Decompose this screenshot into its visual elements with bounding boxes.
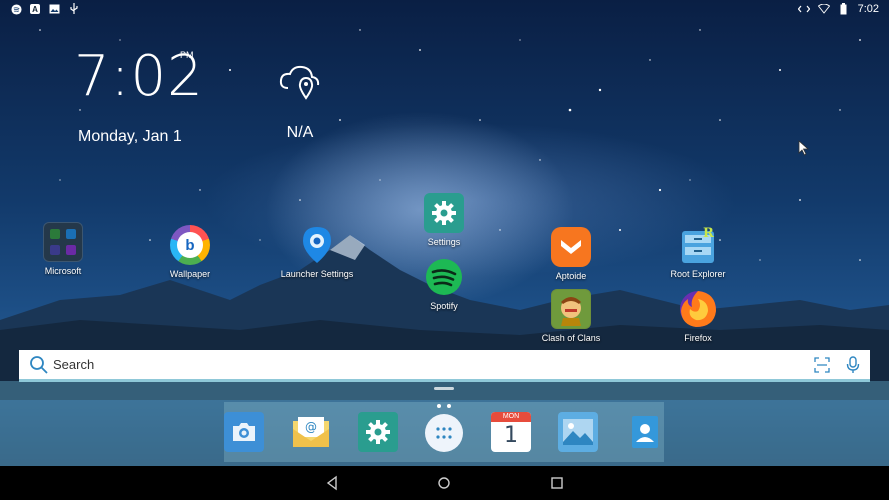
settings-icon	[424, 193, 464, 233]
svg-text:R: R	[703, 226, 714, 241]
app-clash-of-clans[interactable]: Clash of Clans	[526, 289, 616, 343]
page-indicator	[437, 404, 451, 408]
app-label: Settings	[427, 237, 461, 247]
svg-text:@: @	[305, 420, 317, 434]
app-settings[interactable]: Settings	[399, 193, 489, 247]
aptoide-icon: A	[30, 4, 40, 14]
usb-icon	[68, 3, 80, 15]
search-input[interactable]: Search	[53, 357, 814, 372]
image-icon	[48, 3, 60, 15]
app-spotify[interactable]: Spotify	[399, 257, 489, 311]
app-root-explorer[interactable]: R Root Explorer	[653, 225, 743, 279]
app-microsoft[interactable]: Microsoft	[18, 222, 108, 276]
app-label: Clash of Clans	[541, 333, 601, 343]
app-label: Root Explorer	[670, 269, 726, 279]
settings-icon[interactable]	[358, 412, 398, 452]
spotify-icon	[10, 3, 22, 15]
weather-text: N/A	[286, 124, 314, 141]
app-drawer-icon[interactable]	[425, 414, 463, 452]
calendar-day: 1	[504, 423, 518, 448]
status-bar-notifications: A	[10, 3, 80, 15]
code-icon	[797, 3, 810, 15]
navigation-bar	[0, 466, 889, 500]
clock-ampm: PM	[180, 50, 194, 60]
app-label: Wallpaper	[169, 269, 211, 279]
app-aptoide[interactable]: Aptoide	[526, 227, 616, 281]
calendar-icon[interactable]: MON 1	[491, 412, 531, 452]
search-bar[interactable]: Search	[19, 350, 870, 382]
wifi-icon	[817, 3, 830, 15]
camera-icon[interactable]	[224, 412, 264, 452]
clash-of-clans-icon	[551, 289, 591, 329]
spotify-icon	[424, 257, 464, 297]
root-explorer-icon: R	[678, 225, 718, 265]
status-bar: A 7:02	[0, 0, 889, 18]
microsoft-folder-icon	[43, 222, 83, 262]
cloud-location-icon	[278, 60, 322, 100]
wallpaper-icon: b	[170, 225, 210, 265]
app-launcher-settings[interactable]: Launcher Settings	[272, 225, 362, 279]
scan-icon[interactable]	[814, 356, 830, 373]
app-label: Launcher Settings	[280, 269, 354, 279]
aptoide-icon	[551, 227, 591, 267]
gallery-icon[interactable]	[558, 412, 598, 452]
app-wallpaper[interactable]: b Wallpaper	[145, 225, 235, 279]
firefox-icon	[678, 289, 718, 329]
back-icon[interactable]	[324, 475, 340, 491]
app-label: Aptoide	[555, 271, 587, 281]
email-icon[interactable]: @	[291, 412, 331, 452]
clock-widget[interactable]: 7:02 PM Monday, Jan 1	[74, 46, 214, 146]
home-icon[interactable]	[436, 475, 452, 491]
mouse-cursor-icon	[798, 140, 810, 156]
app-label: Microsoft	[44, 266, 82, 276]
app-label: Spotify	[430, 301, 458, 311]
mic-icon[interactable]	[846, 355, 860, 374]
calendar-month: MON	[491, 412, 531, 422]
search-icon	[30, 355, 48, 374]
app-label: Firefox	[684, 333, 712, 343]
app-firefox[interactable]: Firefox	[653, 289, 743, 343]
recents-icon[interactable]	[549, 475, 565, 491]
status-time: 7:02	[857, 3, 879, 15]
launcher-settings-icon	[297, 225, 337, 265]
weather-widget[interactable]: N/A	[270, 60, 330, 142]
drawer-handle[interactable]	[434, 387, 454, 390]
clock-date: Monday, Jan 1	[78, 128, 182, 145]
status-bar-system: 7:02	[797, 3, 879, 15]
battery-icon	[838, 3, 850, 15]
contacts-icon[interactable]	[625, 412, 665, 452]
